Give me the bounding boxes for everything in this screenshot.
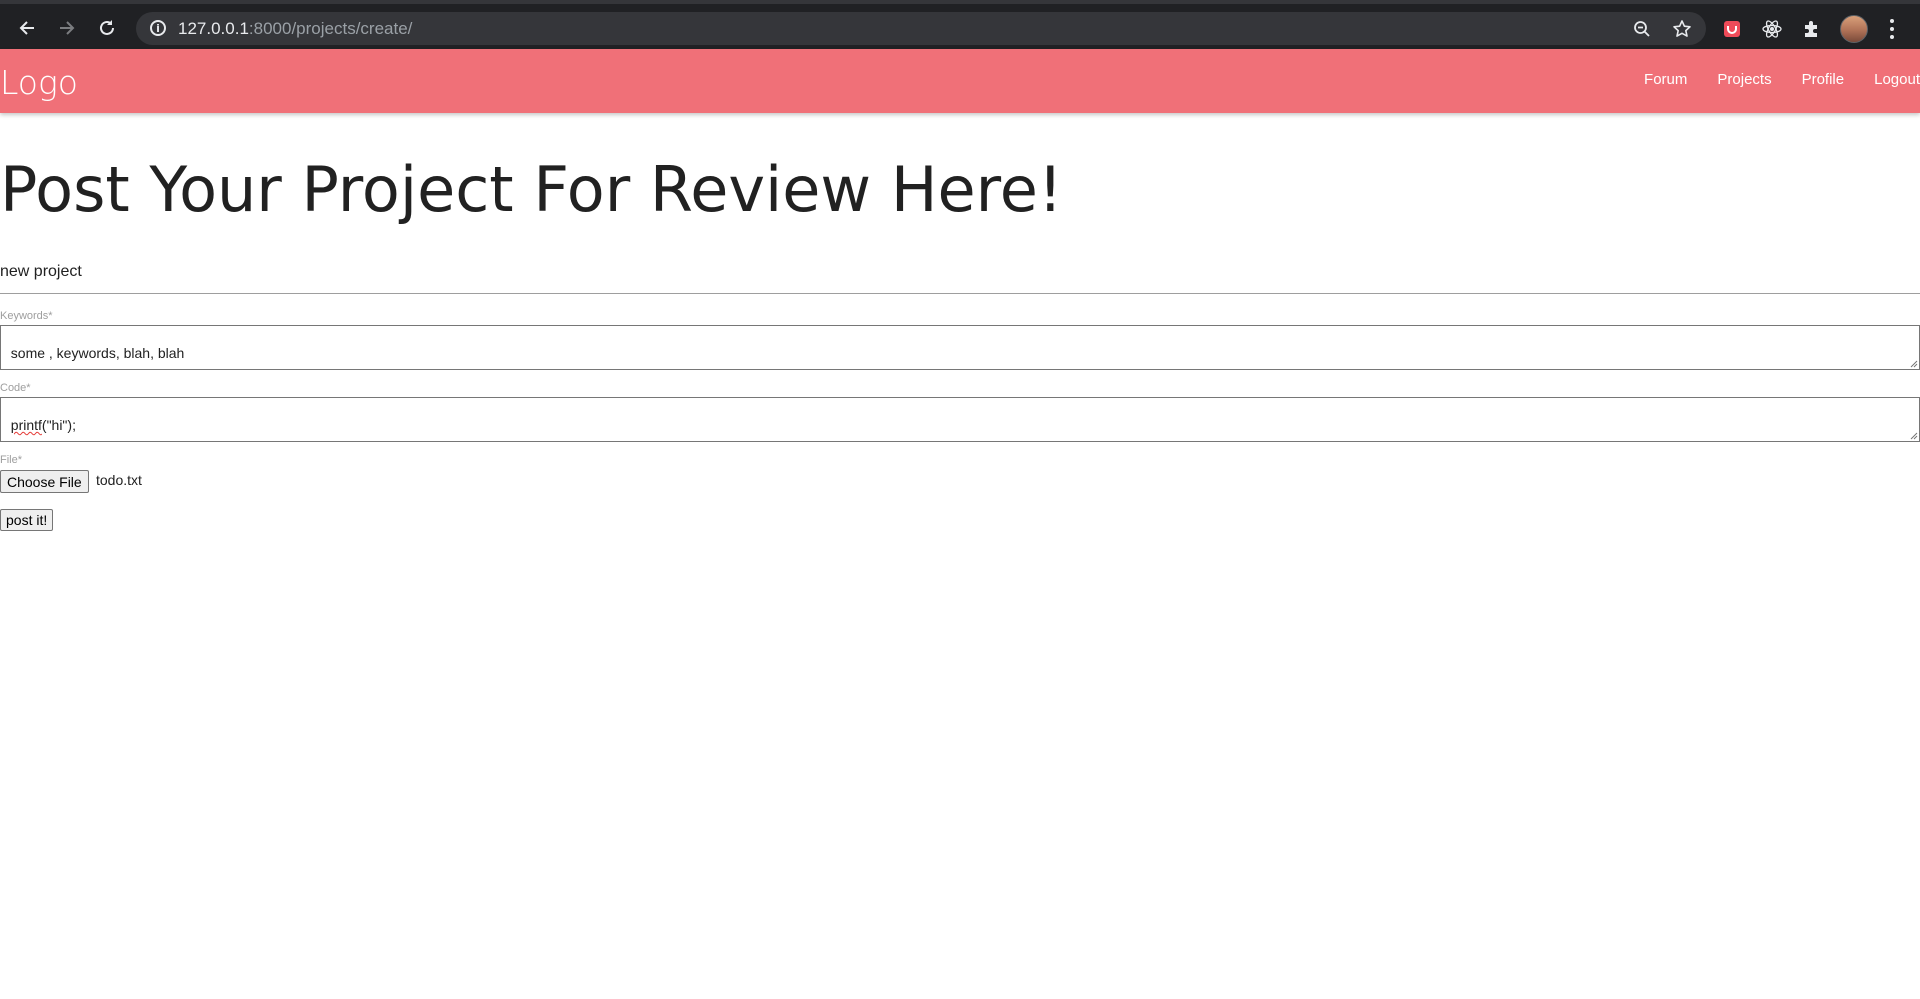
site-navbar: Logo Forum Projects Profile Logout [0, 49, 1920, 113]
choose-file-button[interactable]: Choose File [0, 470, 89, 493]
code-value-misspelled: printf [10, 417, 42, 433]
react-extension-icon[interactable] [1759, 16, 1785, 42]
puzzle-icon[interactable] [1799, 16, 1825, 42]
code-value-rest: ("hi"); [41, 417, 76, 433]
forward-arrow-icon[interactable] [49, 12, 85, 44]
nav-link-forum[interactable]: Forum [1629, 71, 1702, 88]
zoom-icon[interactable] [1630, 17, 1654, 41]
divider [0, 293, 1920, 294]
code-textarea[interactable]: printf("hi"); [0, 397, 1920, 442]
keywords-textarea[interactable]: some , keywords, blah, blah [0, 325, 1920, 370]
keywords-value: some , keywords, blah, blah [10, 345, 185, 361]
reload-icon[interactable] [89, 12, 125, 44]
selected-file-name: todo.txt [96, 472, 142, 488]
back-arrow-icon[interactable] [9, 12, 45, 44]
keywords-label: Keywords* [0, 310, 53, 322]
resize-grip-icon[interactable] [1908, 430, 1918, 440]
post-it-button[interactable]: post it! [0, 509, 54, 531]
url-text[interactable]: 127.0.0.1:8000/projects/create/ [178, 19, 412, 39]
nav-link-projects[interactable]: Projects [1702, 71, 1786, 88]
avatar[interactable] [1840, 15, 1868, 43]
nav-link-profile[interactable]: Profile [1787, 71, 1860, 88]
resize-grip-icon[interactable] [1908, 358, 1918, 368]
star-icon[interactable] [1670, 17, 1694, 41]
file-label: File* [0, 454, 23, 466]
address-bar[interactable]: i 127.0.0.1:8000/projects/create/ [136, 12, 1706, 45]
shield-extension-icon[interactable] [1719, 16, 1745, 42]
page-title: Post Your Project For Review Here! [0, 153, 1063, 226]
brand-logo[interactable]: Logo [0, 63, 78, 102]
kebab-menu-icon[interactable] [1882, 16, 1902, 42]
url-path: :8000/projects/create/ [248, 19, 413, 38]
browser-toolbar: i 127.0.0.1:8000/projects/create/ [0, 0, 1920, 49]
info-icon[interactable]: i [150, 20, 166, 36]
section-label: new project [0, 263, 82, 280]
nav-link-logout[interactable]: Logout [1859, 71, 1920, 88]
url-host: 127.0.0.1 [178, 19, 249, 38]
nav-links: Forum Projects Profile Logout [1629, 71, 1920, 88]
code-label: Code* [0, 382, 31, 394]
